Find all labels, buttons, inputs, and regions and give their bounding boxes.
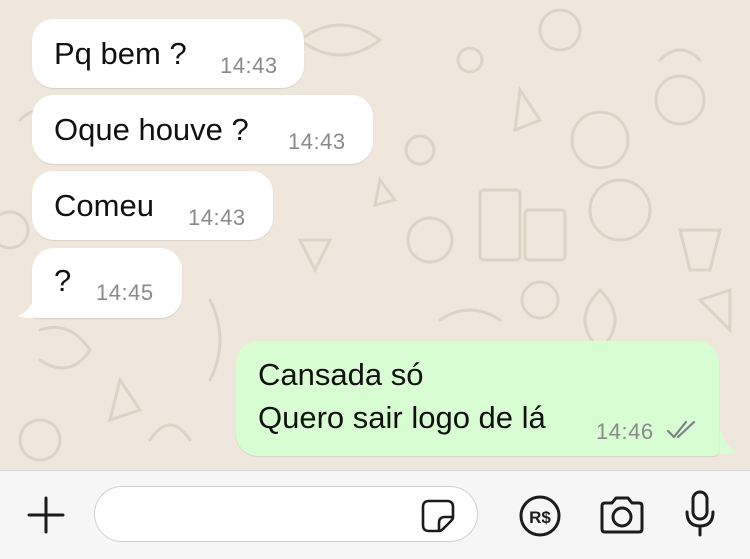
message-input[interactable] <box>94 486 478 542</box>
message-timestamp: 14:43 <box>188 205 246 230</box>
message-text: Comeu <box>54 188 154 223</box>
incoming-message[interactable]: Oque houve ? 14:43 <box>32 95 373 164</box>
svg-text:R$: R$ <box>529 508 551 527</box>
microphone-icon[interactable] <box>682 489 718 539</box>
message-text: Pq bem ? <box>54 36 187 71</box>
message-text-line: Quero sair logo de lá <box>258 400 546 435</box>
pix-real-icon[interactable]: R$ <box>518 494 562 538</box>
read-receipt-icon <box>666 420 696 439</box>
message-timestamp: 14:43 <box>288 129 346 154</box>
camera-icon[interactable] <box>598 495 646 535</box>
message-timestamp: 14:45 <box>96 280 154 305</box>
message-text: ? <box>54 263 72 298</box>
chat-area: Pq bem ? 14:43 Oque houve ? 14:43 Comeu … <box>0 0 750 470</box>
incoming-message[interactable]: Pq bem ? 14:43 <box>32 19 304 88</box>
composer-bar: R$ <box>0 470 750 559</box>
plus-icon[interactable] <box>26 495 66 535</box>
outgoing-message[interactable]: Cansada só Quero sair logo de lá 14:46 <box>236 341 719 456</box>
message-timestamp: 14:46 <box>596 419 654 444</box>
message-text: Oque houve ? <box>54 112 249 147</box>
sticker-icon[interactable] <box>421 499 455 533</box>
incoming-message[interactable]: ? 14:45 <box>32 248 182 318</box>
message-text-line: Cansada só <box>258 357 424 392</box>
message-timestamp: 14:43 <box>220 53 278 78</box>
incoming-message[interactable]: Comeu 14:43 <box>32 171 273 240</box>
